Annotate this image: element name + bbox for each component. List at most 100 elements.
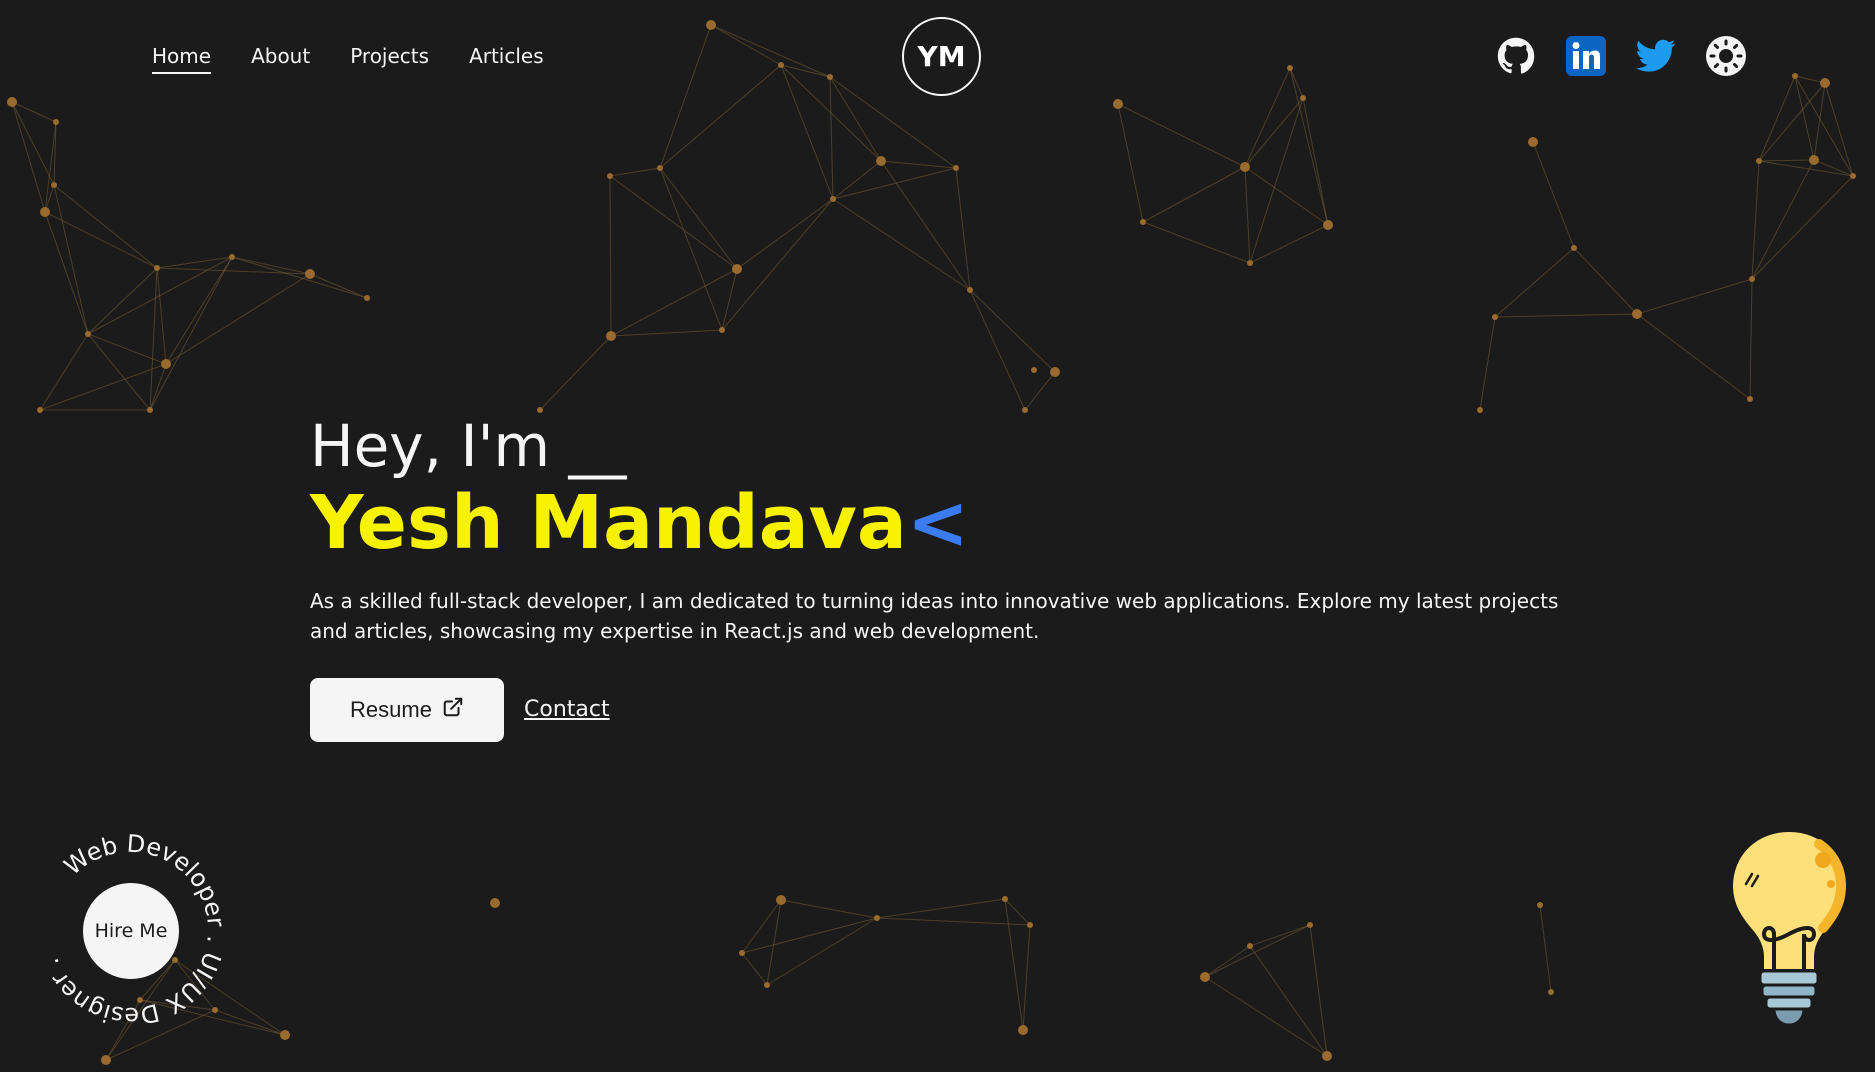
network-node: [1002, 896, 1008, 902]
twitter-icon[interactable]: [1636, 36, 1676, 76]
network-line: [1302, 97, 1329, 226]
network-line: [1249, 945, 1328, 1057]
network-line: [165, 256, 233, 365]
network-line: [876, 917, 1031, 926]
network-node: [606, 331, 616, 341]
network-line: [165, 273, 311, 365]
network-line: [1249, 224, 1329, 264]
network-line: [1024, 371, 1056, 411]
network-line: [880, 160, 957, 169]
network-line: [832, 167, 957, 200]
nav-articles[interactable]: Articles: [469, 44, 544, 72]
network-node: [1756, 158, 1762, 164]
network-node: [1050, 367, 1060, 377]
network-line: [156, 267, 167, 365]
hero-name-text: Yesh Mandava: [310, 479, 907, 566]
network-line: [1532, 141, 1575, 249]
external-link-icon: [442, 696, 464, 724]
network-line: [741, 917, 878, 954]
network-line: [1244, 166, 1251, 264]
network-node: [1571, 245, 1577, 251]
network-node: [1548, 989, 1554, 995]
network-line: [231, 256, 368, 299]
network-node: [1528, 137, 1538, 147]
hero-section: Hey, I'm __ Yesh Mandava< As a skilled f…: [310, 412, 1610, 742]
network-line: [780, 899, 878, 919]
network-node: [40, 207, 50, 217]
network-node: [364, 295, 370, 301]
network-node: [1247, 943, 1253, 949]
network-line: [309, 273, 368, 299]
network-line: [149, 256, 233, 411]
network-line: [766, 899, 782, 986]
hero-intro: As a skilled full-stack developer, I am …: [310, 588, 1559, 643]
network-line: [610, 329, 723, 337]
network-line: [1249, 924, 1311, 947]
hire-me-button[interactable]: Hire Me: [82, 882, 180, 980]
network-node: [953, 165, 959, 171]
network-node: [305, 269, 315, 279]
network-line: [1204, 924, 1311, 978]
network-node: [1247, 260, 1253, 266]
nav-projects[interactable]: Projects: [350, 44, 429, 72]
network-line: [1022, 924, 1031, 1031]
github-icon[interactable]: [1496, 36, 1536, 76]
hero-greeting: Hey, I'm __: [310, 412, 627, 480]
network-node: [1031, 367, 1037, 373]
network-node: [1027, 922, 1033, 928]
network-node: [1200, 972, 1210, 982]
network-node: [874, 915, 880, 921]
network-node: [85, 331, 91, 337]
network-node: [967, 287, 973, 293]
typing-cursor: <: [906, 479, 969, 566]
network-node: [37, 407, 43, 413]
network-node: [1307, 922, 1313, 928]
network-line: [1249, 97, 1304, 264]
network-node: [1747, 396, 1753, 402]
network-node: [1492, 314, 1498, 320]
network-node: [1140, 219, 1146, 225]
network-line: [1004, 898, 1031, 926]
network-line: [1758, 160, 1854, 177]
hero-actions: Resume Contact: [310, 677, 1610, 742]
network-line: [969, 289, 1026, 411]
network-node: [776, 895, 786, 905]
network-node: [1022, 407, 1028, 413]
network-line: [609, 175, 738, 270]
main-nav: Home About Projects Articles: [152, 44, 544, 74]
network-node: [51, 182, 57, 188]
nav-about[interactable]: About: [251, 44, 310, 72]
network-line: [969, 289, 1056, 373]
network-node: [830, 196, 836, 202]
network-node: [1537, 902, 1543, 908]
contact-link[interactable]: Contact: [524, 697, 610, 722]
network-node: [161, 359, 171, 369]
network-node: [876, 156, 886, 166]
hire-me-widget: Web Developer . UI/UX Designer . Hire Me: [30, 830, 230, 1030]
network-line: [1494, 313, 1638, 318]
network-node: [607, 173, 613, 179]
network-line: [741, 899, 782, 954]
network-node: [657, 165, 663, 171]
network-node: [1809, 155, 1819, 165]
network-line: [766, 917, 878, 986]
network-line: [87, 267, 158, 335]
network-node: [229, 254, 235, 260]
network-line: [1751, 175, 1854, 280]
network-line: [1117, 103, 1144, 223]
site-logo[interactable]: YM: [902, 17, 981, 96]
network-line: [39, 363, 167, 411]
nav-home[interactable]: Home: [152, 44, 212, 74]
social-links: [1496, 36, 1746, 76]
network-line: [1142, 166, 1246, 223]
network-node: [732, 264, 742, 274]
theme-toggle-icon[interactable]: [1706, 36, 1746, 76]
network-line: [832, 198, 971, 291]
network-line: [609, 167, 661, 177]
network-node: [147, 407, 153, 413]
network-line: [1636, 313, 1751, 400]
network-line: [609, 175, 612, 337]
network-node: [764, 982, 770, 988]
resume-button[interactable]: Resume: [310, 677, 504, 742]
linkedin-icon[interactable]: [1566, 36, 1606, 76]
